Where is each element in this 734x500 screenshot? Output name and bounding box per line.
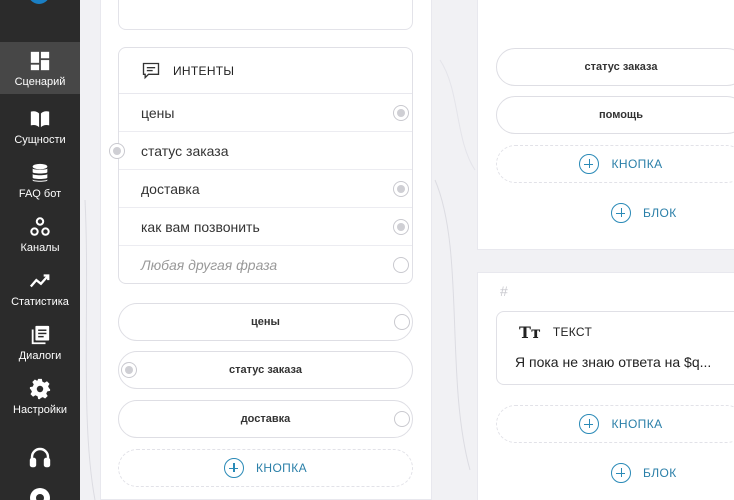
- option-button-label: статус заказа: [584, 61, 658, 73]
- plus-circle-icon: [611, 203, 631, 223]
- gear-icon: [29, 378, 51, 400]
- book-icon: [30, 111, 50, 128]
- sidebar-item-entities[interactable]: Сущности: [0, 100, 80, 152]
- option-button[interactable]: доставка: [118, 400, 413, 438]
- chart-line-icon: [29, 274, 50, 288]
- sidebar-item-statistics[interactable]: Статистика: [0, 262, 80, 314]
- intent-row[interactable]: как вам позвонить: [119, 208, 412, 246]
- headset-icon: [29, 447, 51, 468]
- connector-dot[interactable]: [393, 219, 409, 235]
- block-panel-right-bottom: [477, 272, 734, 500]
- plus-circle-icon: [611, 463, 631, 483]
- sidebar-item-scenario[interactable]: Сценарий: [0, 42, 80, 94]
- sidebar-item-label: Настройки: [13, 404, 67, 416]
- option-button[interactable]: помощь: [496, 96, 734, 134]
- add-block-button[interactable]: БЛОК: [611, 463, 677, 483]
- intents-title: ИНТЕНТЫ: [173, 63, 235, 78]
- intent-label: доставка: [141, 180, 200, 197]
- previous-card[interactable]: [118, 0, 413, 30]
- connector-dot[interactable]: [109, 143, 125, 159]
- block-hash: #: [500, 283, 508, 299]
- add-button-label: КНОПКА: [611, 417, 663, 431]
- intent-label: статус заказа: [141, 142, 229, 159]
- intent-row-fallback[interactable]: Любая другая фраза: [119, 246, 412, 284]
- connector-dot[interactable]: [394, 411, 410, 427]
- text-card-header: Tт ТЕКСТ: [497, 312, 734, 352]
- intent-label: цены: [141, 104, 175, 121]
- intents-card[interactable]: ИНТЕНТЫ цены статус заказа доставка как …: [109, 47, 413, 284]
- plus-circle-icon: [579, 154, 600, 174]
- add-block-label: БЛОК: [643, 206, 677, 220]
- sidebar-item-label: Каналы: [20, 242, 60, 254]
- sidebar-item-label: FAQ бот: [18, 188, 62, 200]
- dashboard-icon: [30, 51, 50, 71]
- connector-dot[interactable]: [121, 362, 137, 378]
- sidebar-item-dialogs[interactable]: Диалоги: [0, 316, 80, 368]
- sidebar-item-label: Сценарий: [14, 76, 66, 88]
- text-card-title: ТЕКСТ: [552, 325, 593, 339]
- option-button-label: цены: [251, 316, 280, 328]
- add-button-button[interactable]: КНОПКА: [118, 449, 413, 487]
- text-card-body: Я пока не знаю ответа на $q...: [515, 354, 712, 370]
- channels-icon: [30, 217, 50, 236]
- text-card[interactable]: Tт ТЕКСТ Я пока не знаю ответа на $q...: [496, 311, 734, 385]
- add-button-button[interactable]: КНОПКА: [496, 145, 734, 183]
- text-format-icon: Tт: [519, 322, 541, 342]
- connector-dot[interactable]: [393, 105, 409, 121]
- plus-circle-icon: [579, 414, 600, 434]
- sidebar-item-channels[interactable]: Каналы: [0, 208, 80, 260]
- add-button-label: КНОПКА: [255, 461, 307, 475]
- option-button[interactable]: статус заказа: [496, 48, 734, 86]
- intents-header: ИНТЕНТЫ: [119, 48, 412, 94]
- plus-circle-icon: [223, 458, 244, 478]
- scenario-canvas[interactable]: ИНТЕНТЫ цены статус заказа доставка как …: [80, 0, 734, 500]
- connector-dot[interactable]: [393, 181, 409, 197]
- dialogs-icon: [31, 325, 50, 345]
- intent-row[interactable]: доставка: [119, 170, 412, 208]
- add-button-label: КНОПКА: [611, 157, 663, 171]
- option-button-label: помощь: [599, 109, 643, 121]
- add-block-button[interactable]: БЛОК: [611, 203, 677, 223]
- sidebar-item-faq-bot[interactable]: FAQ бот: [0, 154, 80, 206]
- option-button-label: статус заказа: [229, 364, 302, 376]
- sidebar: Сценарий Сущности FAQ бот Каналы Статист…: [0, 0, 80, 500]
- intent-label: как вам позвонить: [141, 218, 260, 235]
- intent-row[interactable]: цены: [119, 94, 412, 132]
- database-icon: [32, 163, 48, 182]
- chat-bubble-icon: [142, 62, 160, 79]
- option-button[interactable]: цены: [118, 303, 413, 341]
- logo: [28, 0, 50, 4]
- intent-row[interactable]: статус заказа: [109, 132, 412, 170]
- sidebar-item-settings[interactable]: Настройки: [0, 370, 80, 422]
- option-button[interactable]: статус заказа: [118, 351, 413, 389]
- support-button[interactable]: [0, 446, 80, 470]
- help-button[interactable]: [0, 486, 80, 500]
- connector-dot[interactable]: [394, 314, 410, 330]
- sidebar-item-label: Статистика: [11, 296, 69, 308]
- add-button-button[interactable]: КНОПКА: [496, 405, 734, 443]
- lifebuoy-icon: [30, 488, 50, 500]
- sidebar-item-label: Сущности: [14, 134, 66, 146]
- sidebar-item-label: Диалоги: [18, 350, 62, 362]
- connector-dot[interactable]: [393, 257, 409, 273]
- option-button-label: доставка: [240, 413, 291, 425]
- intent-label: Любая другая фраза: [141, 257, 278, 273]
- add-block-label: БЛОК: [643, 466, 677, 480]
